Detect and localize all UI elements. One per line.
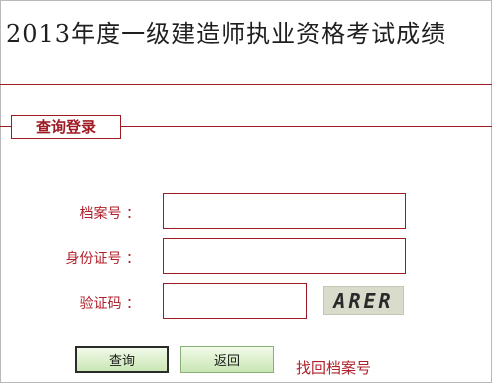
page-title: 2013年度一级建造师执业资格考试成绩 [6, 20, 447, 48]
title-divider [0, 84, 492, 85]
query-button[interactable]: 查询 [75, 346, 169, 373]
id-number-input[interactable] [163, 238, 406, 274]
id-number-label: 身份证号 ： [65, 251, 140, 267]
captcha-input[interactable] [163, 283, 307, 319]
login-legend: 查询登录 [11, 115, 121, 139]
recover-archive-link[interactable]: 找回档案号 [296, 357, 371, 378]
page-frame [0, 0, 492, 383]
captcha-image[interactable]: ARER [323, 286, 404, 315]
archive-number-label: 档案号 ： [79, 206, 140, 222]
captcha-label: 验证码 ： [79, 296, 140, 312]
archive-number-input[interactable] [163, 193, 406, 229]
back-button[interactable]: 返回 [180, 346, 274, 373]
